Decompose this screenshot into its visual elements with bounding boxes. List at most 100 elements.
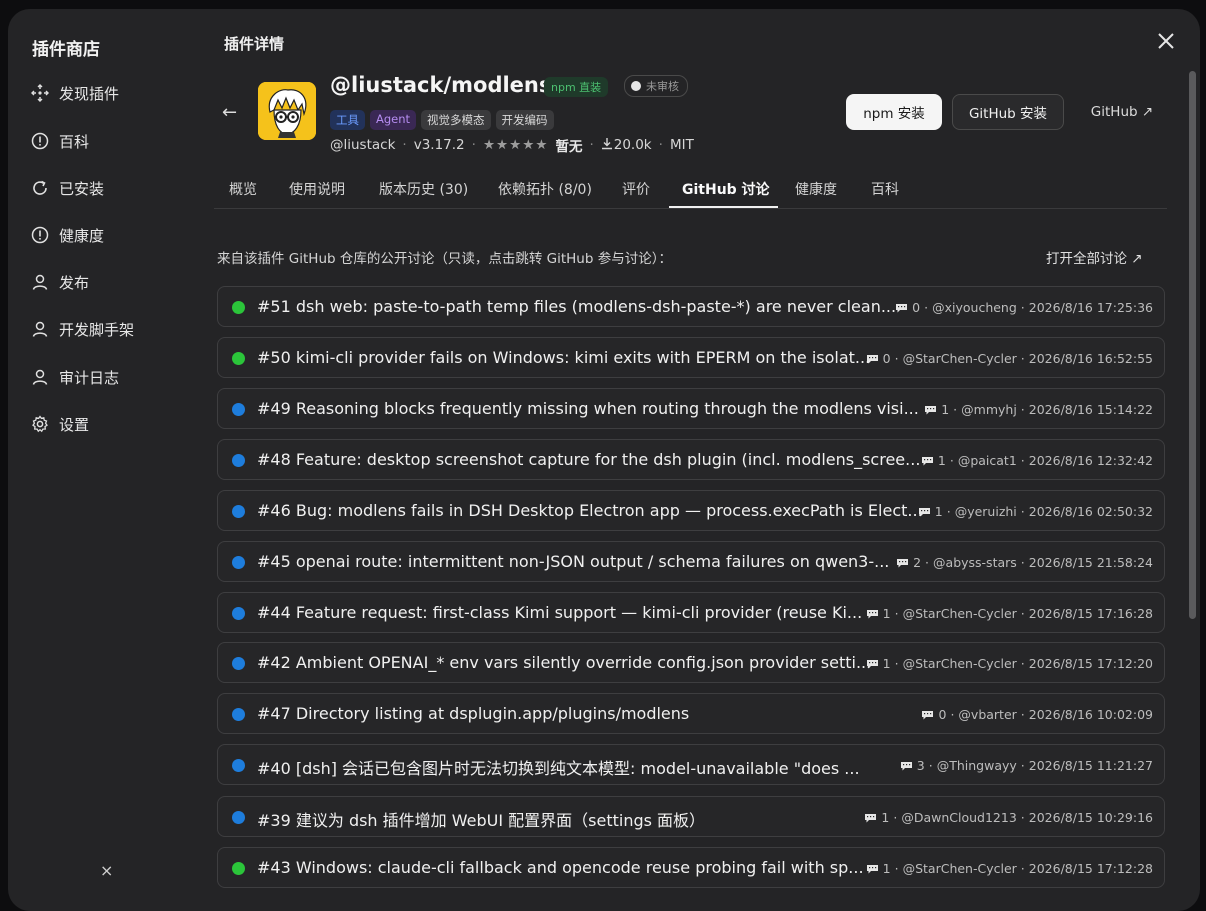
tag: Agent: [370, 110, 417, 130]
status-dot-icon: [232, 454, 245, 467]
discussion-row[interactable]: #48 Feature: desktop screenshot capture …: [217, 439, 1165, 480]
separator: ·: [1020, 555, 1025, 570]
discussion-info: 1 · @StarChen-Cycler · 2026/8/15 17:12:20: [866, 656, 1153, 671]
discussion-row[interactable]: #39 建议为 dsh 插件增加 WebUI 配置界面（settings 面板）…: [217, 796, 1165, 837]
discussion-row[interactable]: #49 Reasoning blocks frequently missing …: [217, 388, 1165, 429]
comment-count: 1: [882, 861, 891, 876]
discussion-row[interactable]: #45 openai route: intermittent non-JSON …: [217, 541, 1165, 582]
separator: ·: [894, 606, 899, 621]
separator: ·: [950, 707, 955, 722]
comment-count: 0: [882, 351, 891, 366]
npm-install-button[interactable]: npm 安装: [846, 94, 942, 130]
tab-overview[interactable]: 概览: [229, 179, 257, 199]
separator: ·: [1020, 606, 1025, 621]
back-button[interactable]: ←: [222, 102, 237, 123]
sidebar-item-wiki[interactable]: 百科: [30, 127, 89, 155]
tab-reviews[interactable]: 评价: [622, 179, 650, 199]
sidebar-item-publish[interactable]: 发布: [30, 268, 89, 296]
separator: ·: [894, 861, 899, 876]
npm-direct-badge: npm 直装: [544, 77, 609, 97]
tab-versions[interactable]: 版本历史 (30): [379, 179, 468, 199]
tab-dependencies[interactable]: 依赖拓扑 (8/0): [498, 179, 592, 199]
discussion-row[interactable]: #40 [dsh] 会话已包含图片时无法切换到纯文本模型: model-unav…: [217, 744, 1165, 785]
discussion-title: #40 [dsh] 会话已包含图片时无法切换到纯文本模型: model-unav…: [257, 759, 860, 778]
tag: 工具: [330, 110, 365, 130]
plugin-avatar: [258, 82, 316, 140]
sidebar-item-health[interactable]: 健康度: [30, 221, 104, 249]
separator: ·: [949, 453, 954, 468]
sidebar-collapse-button[interactable]: ×: [100, 861, 113, 880]
discussion-time: 2026/8/16 10:02:09: [1028, 707, 1153, 722]
tab-usage[interactable]: 使用说明: [289, 179, 345, 199]
separator: ·: [1020, 758, 1025, 773]
separator: ·: [1020, 504, 1025, 519]
close-button[interactable]: [1154, 29, 1178, 53]
comment-icon: [896, 303, 908, 312]
discussion-title: #48 Feature: desktop screenshot capture …: [257, 450, 921, 469]
discussion-title: #43 Windows: claude-cli fallback and ope…: [257, 858, 864, 877]
user-icon: [30, 319, 50, 339]
plugin-meta: @liustack · v3.17.2 · ★★★★★ 暂无 · 20.0k ·…: [330, 135, 694, 155]
sidebar-item-label: 开发脚手架: [59, 320, 135, 339]
comment-icon: [897, 558, 909, 567]
discussion-row[interactable]: #50 kimi-cli provider fails on Windows: …: [217, 337, 1165, 378]
sidebar-item-label: 发布: [59, 273, 90, 292]
discussion-author: @abyss-stars: [933, 555, 1017, 570]
status-dot-icon: [232, 811, 245, 824]
discussion-row[interactable]: #44 Feature request: first-class Kimi su…: [217, 592, 1165, 633]
scrollbar[interactable]: [1189, 71, 1196, 619]
separator: ·: [471, 137, 476, 153]
discussion-info: 2 · @abyss-stars · 2026/8/15 21:58:24: [896, 555, 1153, 570]
sidebar-item-installed[interactable]: 已安装: [30, 174, 104, 202]
status-dot-icon: [232, 301, 245, 314]
discussion-time: 2026/8/15 17:12:20: [1028, 656, 1153, 671]
discussion-author: @paicat1: [957, 453, 1017, 468]
license: MIT: [669, 137, 694, 153]
github-link[interactable]: GitHub ↗: [1082, 94, 1162, 130]
sidebar-item-discover[interactable]: 发现插件: [30, 79, 119, 107]
sidebar-item-label: 健康度: [59, 226, 105, 245]
rating-stars: ★★★★★: [482, 137, 549, 153]
discussion-info: 3 · @Thingwayy · 2026/8/15 11:21:27: [900, 758, 1153, 773]
active-tab-indicator: [669, 206, 778, 208]
discussion-author: @vbarter: [958, 707, 1017, 722]
tab-github-discussions[interactable]: GitHub 讨论: [682, 179, 770, 199]
sidebar-item-settings[interactable]: 设置: [30, 410, 89, 438]
separator: ·: [402, 137, 407, 153]
sidebar-item-scaffold[interactable]: 开发脚手架: [30, 315, 134, 343]
separator: ·: [658, 137, 663, 153]
tab-bar: 概览 使用说明 版本历史 (30) 依赖拓扑 (8/0) 评价 GitHub 讨…: [214, 167, 1167, 209]
separator: ·: [953, 402, 958, 417]
separator: ·: [1020, 453, 1025, 468]
separator: ·: [1020, 402, 1025, 417]
gear-icon: [30, 414, 50, 434]
sidebar-item-audit-log[interactable]: 审计日志: [30, 363, 119, 391]
discussion-row[interactable]: #43 Windows: claude-cli fallback and ope…: [217, 847, 1165, 888]
user-icon: [30, 367, 50, 387]
tag: 视觉多模态: [421, 110, 491, 130]
comment-icon: [918, 507, 930, 516]
discussion-info: 1 · @DawnCloud1213 · 2026/8/15 10:29:16: [864, 810, 1153, 825]
discussion-info: 1 · @mmyhj · 2026/8/16 15:14:22: [924, 402, 1153, 417]
tab-health[interactable]: 健康度: [795, 179, 837, 199]
status-dot-icon: [232, 505, 245, 518]
discussion-title: #46 Bug: modlens fails in DSH Desktop El…: [257, 501, 923, 520]
discussion-author: @StarChen-Cycler: [902, 861, 1017, 876]
tab-wiki[interactable]: 百科: [871, 179, 899, 199]
discussion-row[interactable]: #46 Bug: modlens fails in DSH Desktop El…: [217, 490, 1165, 531]
status-dot-icon: [232, 862, 245, 875]
discussion-row[interactable]: #51 dsh web: paste-to-path temp files (m…: [217, 286, 1165, 327]
discussion-row[interactable]: #47 Directory listing at dsplugin.app/pl…: [217, 693, 1165, 734]
discussion-time: 2026/8/16 15:14:22: [1028, 402, 1153, 417]
comment-icon: [925, 405, 937, 414]
status-dot-icon: [232, 759, 245, 772]
open-all-discussions-link[interactable]: 打开全部讨论 ↗: [1046, 247, 1143, 267]
separator: ·: [925, 555, 930, 570]
separator: ·: [1020, 300, 1025, 315]
discussion-time: 2026/8/16 16:52:55: [1028, 351, 1153, 366]
discussion-row[interactable]: #42 Ambient OPENAI_* env vars silently o…: [217, 642, 1165, 683]
github-install-button[interactable]: GitHub 安装: [952, 94, 1064, 130]
discussion-time: 2026/8/16 02:50:32: [1028, 504, 1153, 519]
discussion-title: #44 Feature request: first-class Kimi su…: [257, 603, 863, 622]
separator: ·: [1020, 707, 1025, 722]
